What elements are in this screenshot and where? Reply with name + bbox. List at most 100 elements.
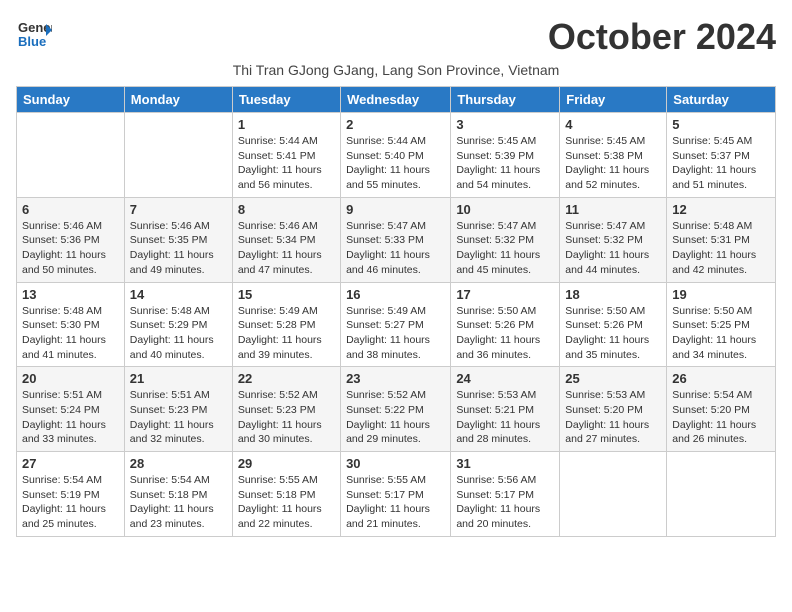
calendar-cell [667, 452, 776, 537]
weekday-header-cell: Monday [124, 87, 232, 113]
calendar-cell: 24 Sunrise: 5:53 AM Sunset: 5:21 PM Dayli… [451, 367, 560, 452]
day-info: Sunrise: 5:53 AM Sunset: 5:21 PM Dayligh… [456, 388, 554, 447]
day-number: 15 [238, 287, 335, 302]
day-info: Sunrise: 5:50 AM Sunset: 5:26 PM Dayligh… [565, 304, 661, 363]
day-info: Sunrise: 5:47 AM Sunset: 5:32 PM Dayligh… [565, 219, 661, 278]
day-number: 26 [672, 371, 770, 386]
day-number: 6 [22, 202, 119, 217]
calendar-cell: 15 Sunrise: 5:49 AM Sunset: 5:28 PM Dayli… [232, 282, 340, 367]
calendar-cell: 5 Sunrise: 5:45 AM Sunset: 5:37 PM Daylig… [667, 113, 776, 198]
day-number: 1 [238, 117, 335, 132]
weekday-header-cell: Thursday [451, 87, 560, 113]
calendar-cell [560, 452, 667, 537]
day-number: 20 [22, 371, 119, 386]
day-number: 23 [346, 371, 445, 386]
day-info: Sunrise: 5:48 AM Sunset: 5:30 PM Dayligh… [22, 304, 119, 363]
day-info: Sunrise: 5:45 AM Sunset: 5:37 PM Dayligh… [672, 134, 770, 193]
day-number: 22 [238, 371, 335, 386]
day-info: Sunrise: 5:55 AM Sunset: 5:17 PM Dayligh… [346, 473, 445, 532]
calendar-cell: 20 Sunrise: 5:51 AM Sunset: 5:24 PM Dayli… [17, 367, 125, 452]
day-number: 12 [672, 202, 770, 217]
day-info: Sunrise: 5:44 AM Sunset: 5:40 PM Dayligh… [346, 134, 445, 193]
calendar-cell: 30Sunrise: 5:55 AM Sunset: 5:17 PM Dayli… [341, 452, 451, 537]
calendar-cell: 8 Sunrise: 5:46 AM Sunset: 5:34 PM Daylig… [232, 197, 340, 282]
calendar-cell: 3Sunrise: 5:45 AM Sunset: 5:39 PM Daylig… [451, 113, 560, 198]
calendar-week-row: 20 Sunrise: 5:51 AM Sunset: 5:24 PM Dayli… [17, 367, 776, 452]
calendar-cell: 13 Sunrise: 5:48 AM Sunset: 5:30 PM Dayli… [17, 282, 125, 367]
calendar-cell: 18 Sunrise: 5:50 AM Sunset: 5:26 PM Dayli… [560, 282, 667, 367]
day-info: Sunrise: 5:47 AM Sunset: 5:32 PM Dayligh… [456, 219, 554, 278]
day-number: 10 [456, 202, 554, 217]
calendar-cell: 21 Sunrise: 5:51 AM Sunset: 5:23 PM Dayli… [124, 367, 232, 452]
day-info: Sunrise: 5:47 AM Sunset: 5:33 PM Dayligh… [346, 219, 445, 278]
calendar-table: SundayMondayTuesdayWednesdayThursdayFrid… [16, 86, 776, 537]
weekday-header-cell: Saturday [667, 87, 776, 113]
day-number: 18 [565, 287, 661, 302]
calendar-week-row: 13 Sunrise: 5:48 AM Sunset: 5:30 PM Dayli… [17, 282, 776, 367]
calendar-body: 1 Sunrise: 5:44 AM Sunset: 5:41 PM Daylig… [17, 113, 776, 537]
day-info: Sunrise: 5:54 AM Sunset: 5:19 PM Dayligh… [22, 473, 119, 532]
day-info: Sunrise: 5:49 AM Sunset: 5:27 PM Dayligh… [346, 304, 445, 363]
day-info: Sunrise: 5:48 AM Sunset: 5:31 PM Dayligh… [672, 219, 770, 278]
day-number: 2 [346, 117, 445, 132]
calendar-cell: 23 Sunrise: 5:52 AM Sunset: 5:22 PM Dayli… [341, 367, 451, 452]
day-info: Sunrise: 5:49 AM Sunset: 5:28 PM Dayligh… [238, 304, 335, 363]
calendar-cell: 2 Sunrise: 5:44 AM Sunset: 5:40 PM Daylig… [341, 113, 451, 198]
month-title: October 2024 [548, 16, 776, 58]
day-number: 4 [565, 117, 661, 132]
weekday-header-cell: Wednesday [341, 87, 451, 113]
calendar-cell: 9Sunrise: 5:47 AM Sunset: 5:33 PM Daylig… [341, 197, 451, 282]
day-info: Sunrise: 5:46 AM Sunset: 5:34 PM Dayligh… [238, 219, 335, 278]
day-info: Sunrise: 5:55 AM Sunset: 5:18 PM Dayligh… [238, 473, 335, 532]
weekday-header-row: SundayMondayTuesdayWednesdayThursdayFrid… [17, 87, 776, 113]
calendar-cell: 29Sunrise: 5:55 AM Sunset: 5:18 PM Dayli… [232, 452, 340, 537]
calendar-cell: 28Sunrise: 5:54 AM Sunset: 5:18 PM Dayli… [124, 452, 232, 537]
weekday-header-cell: Friday [560, 87, 667, 113]
day-number: 14 [130, 287, 227, 302]
calendar-cell: 7 Sunrise: 5:46 AM Sunset: 5:35 PM Daylig… [124, 197, 232, 282]
calendar-cell: 19 Sunrise: 5:50 AM Sunset: 5:25 PM Dayli… [667, 282, 776, 367]
weekday-header-cell: Tuesday [232, 87, 340, 113]
calendar-cell: 27 Sunrise: 5:54 AM Sunset: 5:19 PM Dayli… [17, 452, 125, 537]
day-info: Sunrise: 5:51 AM Sunset: 5:23 PM Dayligh… [130, 388, 227, 447]
day-number: 16 [346, 287, 445, 302]
day-number: 19 [672, 287, 770, 302]
day-number: 11 [565, 202, 661, 217]
calendar-cell: 17Sunrise: 5:50 AM Sunset: 5:26 PM Dayli… [451, 282, 560, 367]
day-info: Sunrise: 5:50 AM Sunset: 5:26 PM Dayligh… [456, 304, 554, 363]
calendar-week-row: 1 Sunrise: 5:44 AM Sunset: 5:41 PM Daylig… [17, 113, 776, 198]
day-info: Sunrise: 5:46 AM Sunset: 5:36 PM Dayligh… [22, 219, 119, 278]
day-info: Sunrise: 5:51 AM Sunset: 5:24 PM Dayligh… [22, 388, 119, 447]
day-number: 7 [130, 202, 227, 217]
calendar-cell: 31Sunrise: 5:56 AM Sunset: 5:17 PM Dayli… [451, 452, 560, 537]
calendar-cell: 11 Sunrise: 5:47 AM Sunset: 5:32 PM Dayli… [560, 197, 667, 282]
day-info: Sunrise: 5:52 AM Sunset: 5:23 PM Dayligh… [238, 388, 335, 447]
day-number: 28 [130, 456, 227, 471]
day-info: Sunrise: 5:45 AM Sunset: 5:38 PM Dayligh… [565, 134, 661, 193]
calendar-cell: 16 Sunrise: 5:49 AM Sunset: 5:27 PM Dayli… [341, 282, 451, 367]
svg-text:Blue: Blue [18, 34, 46, 49]
weekday-header-cell: Sunday [17, 87, 125, 113]
day-number: 31 [456, 456, 554, 471]
day-info: Sunrise: 5:45 AM Sunset: 5:39 PM Dayligh… [456, 134, 554, 193]
day-number: 27 [22, 456, 119, 471]
day-number: 13 [22, 287, 119, 302]
calendar-cell [124, 113, 232, 198]
day-info: Sunrise: 5:44 AM Sunset: 5:41 PM Dayligh… [238, 134, 335, 193]
calendar-cell: 4 Sunrise: 5:45 AM Sunset: 5:38 PM Daylig… [560, 113, 667, 198]
page-header: General Blue October 2024 [16, 16, 776, 58]
day-number: 8 [238, 202, 335, 217]
day-number: 24 [456, 371, 554, 386]
day-info: Sunrise: 5:52 AM Sunset: 5:22 PM Dayligh… [346, 388, 445, 447]
subtitle: Thi Tran GJong GJang, Lang Son Province,… [16, 62, 776, 78]
calendar-cell [17, 113, 125, 198]
day-info: Sunrise: 5:50 AM Sunset: 5:25 PM Dayligh… [672, 304, 770, 363]
day-number: 21 [130, 371, 227, 386]
day-number: 5 [672, 117, 770, 132]
day-info: Sunrise: 5:46 AM Sunset: 5:35 PM Dayligh… [130, 219, 227, 278]
calendar-cell: 26Sunrise: 5:54 AM Sunset: 5:20 PM Dayli… [667, 367, 776, 452]
calendar-cell: 22 Sunrise: 5:52 AM Sunset: 5:23 PM Dayli… [232, 367, 340, 452]
logo-icon: General Blue [16, 16, 52, 52]
calendar-week-row: 27 Sunrise: 5:54 AM Sunset: 5:19 PM Dayli… [17, 452, 776, 537]
calendar-cell: 14Sunrise: 5:48 AM Sunset: 5:29 PM Dayli… [124, 282, 232, 367]
